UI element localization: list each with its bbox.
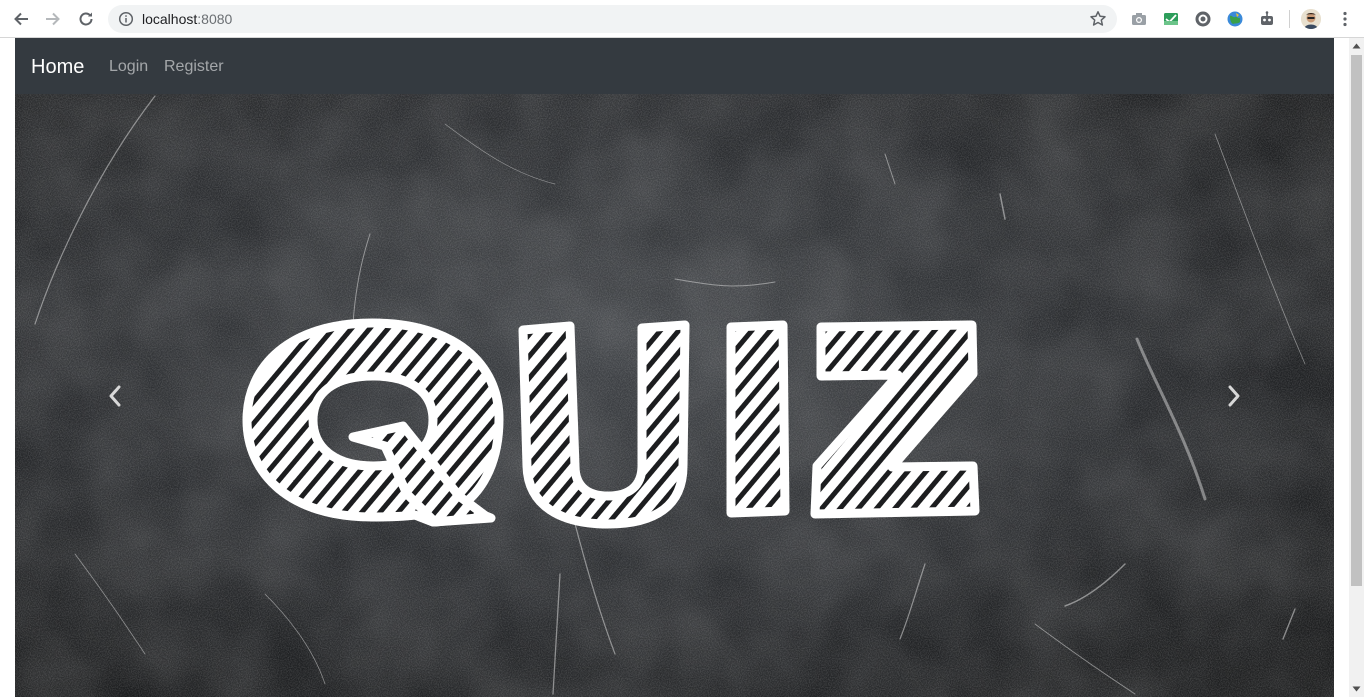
- nav-link-login[interactable]: Login: [109, 57, 148, 77]
- address-bar[interactable]: localhost:8080: [108, 5, 1117, 33]
- page-scrollbar[interactable]: [1349, 38, 1364, 697]
- info-icon[interactable]: [118, 11, 134, 27]
- page-viewport: Home Login Register: [0, 38, 1364, 697]
- browser-menu-button[interactable]: [1333, 7, 1357, 31]
- globe-icon[interactable]: [1226, 10, 1244, 28]
- chevron-left-icon: [109, 385, 121, 407]
- robot-icon[interactable]: [1258, 10, 1276, 28]
- url-port: :8080: [197, 11, 233, 27]
- forward-icon: [46, 12, 60, 26]
- carousel: [15, 94, 1334, 697]
- nav-link-register[interactable]: Register: [164, 57, 224, 77]
- scroll-down-arrow-icon: [1352, 686, 1361, 692]
- scroll-up-arrow-icon: [1352, 43, 1361, 49]
- star-icon[interactable]: [1089, 10, 1107, 28]
- inbox-icon[interactable]: [1162, 10, 1180, 28]
- reload-button[interactable]: [74, 7, 98, 31]
- forward-button[interactable]: [41, 7, 65, 31]
- url-host: localhost: [142, 11, 198, 27]
- page-content: Home Login Register: [15, 38, 1334, 697]
- chevron-right-icon: [1228, 385, 1240, 407]
- navbar: Home Login Register: [15, 38, 1334, 94]
- url-text[interactable]: localhost:8080: [142, 11, 232, 27]
- extension-icon[interactable]: [1194, 10, 1212, 28]
- reload-icon: [79, 12, 93, 26]
- toolbar-divider: [1289, 10, 1290, 28]
- scroll-thumb[interactable]: [1351, 55, 1362, 586]
- avatar[interactable]: [1301, 9, 1321, 29]
- menu-icon: [1343, 11, 1347, 27]
- back-icon: [14, 12, 28, 26]
- carousel-prev-button[interactable]: [75, 346, 155, 446]
- navbar-brand-home[interactable]: Home: [31, 55, 84, 79]
- scroll-up-button[interactable]: [1349, 38, 1364, 54]
- back-button[interactable]: [9, 7, 33, 31]
- scroll-down-button[interactable]: [1349, 681, 1364, 697]
- carousel-next-button[interactable]: [1194, 346, 1274, 446]
- quiz-slide-image: [242, 318, 980, 529]
- profile-avatar-image: [1301, 9, 1321, 29]
- browser-toolbar: localhost:8080: [0, 0, 1364, 38]
- camera-icon[interactable]: [1130, 10, 1148, 28]
